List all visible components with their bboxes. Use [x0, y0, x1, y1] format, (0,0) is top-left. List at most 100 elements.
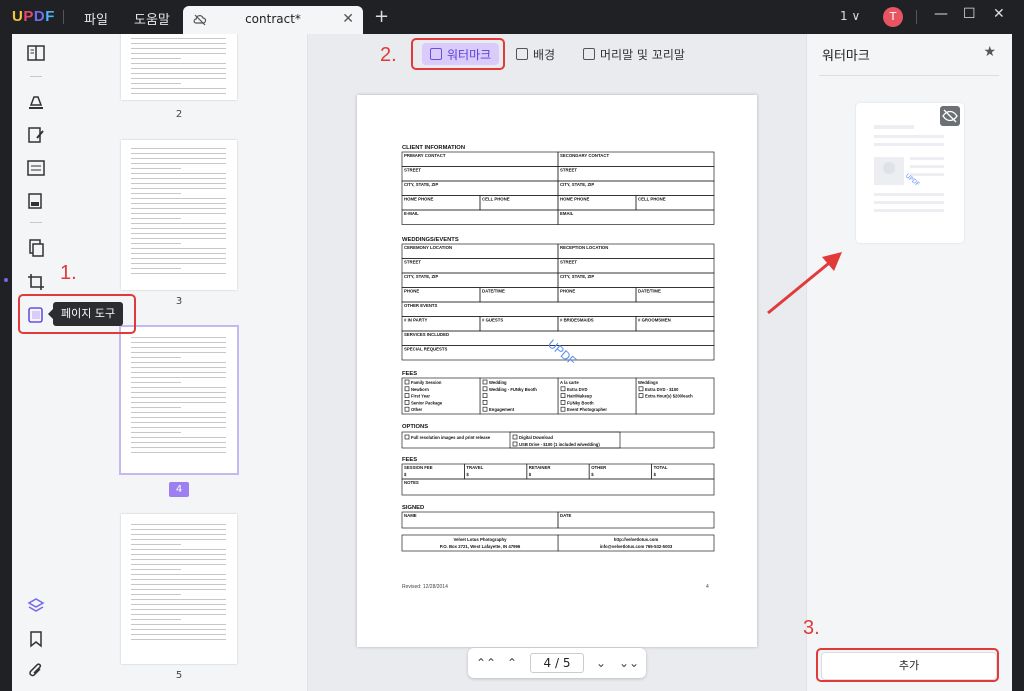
watermark-panel: 워터마크 ★ UPDF 추가 — [806, 34, 1012, 691]
close-window-button[interactable]: ✕ — [993, 6, 1005, 22]
document-view: 워터마크 배경 머리말 및 꼬리말 CLIENT INFORMATION PRIM… — [308, 34, 806, 691]
document-tab[interactable]: contract* ✕ — [183, 6, 363, 34]
thumbnail-text-line — [131, 639, 226, 640]
checkbox — [482, 379, 488, 385]
checkbox — [638, 386, 644, 392]
client-cell — [557, 166, 715, 182]
page-count-dropdown[interactable]: 1 ∨ — [840, 9, 860, 23]
thumbnail-text-line — [131, 402, 226, 403]
user-avatar[interactable]: T — [883, 7, 903, 27]
fee-option-label: Extra DVD - $100 — [645, 387, 679, 392]
minimize-button[interactable]: — — [934, 6, 948, 22]
edit-pdf-icon[interactable] — [26, 125, 46, 145]
checkbox — [482, 406, 488, 412]
thumbnail-text-line — [131, 579, 226, 580]
thumbnail-text-line — [131, 447, 226, 448]
page-number-input[interactable]: 4 / 5 — [530, 653, 584, 673]
updf-logo[interactable]: UPDF — [12, 8, 55, 25]
maximize-button[interactable]: ☐ — [963, 6, 976, 22]
section-heading: FEES — [402, 371, 417, 377]
previous-page-button[interactable]: ⌃ — [503, 654, 521, 672]
next-page-button[interactable]: ⌄ — [592, 654, 610, 672]
fee-currency: $ — [404, 472, 407, 477]
section-heading: CLIENT INFORMATION — [402, 145, 465, 151]
thumbnail-text-line — [131, 63, 226, 64]
tab-close-icon[interactable]: ✕ — [342, 11, 354, 27]
form-field-label: PHONE — [404, 289, 419, 294]
thumbnail-text-line — [131, 437, 226, 438]
thumbnail-page-number: 5 — [175, 670, 183, 681]
section-heading: SIGNED — [402, 505, 424, 511]
reader-icon[interactable] — [26, 43, 46, 63]
footer-contact: info@velvetlotus.com 765-532-5003 — [600, 544, 673, 549]
menu-file[interactable]: 파일 — [84, 9, 108, 28]
page-thumbnail-4[interactable] — [119, 325, 239, 475]
form-icon[interactable] — [26, 158, 46, 178]
page-number: 4 — [706, 584, 709, 590]
thumbnail-text-line — [131, 208, 226, 209]
thumbnail-text-line — [131, 342, 226, 343]
thumbnail-text-line — [131, 544, 181, 545]
thumbnail-text-line — [131, 442, 226, 443]
thumbnail-text-line — [131, 432, 181, 433]
checkbox — [404, 393, 410, 398]
thumbnail-text-line — [131, 163, 226, 164]
thumbnail-text-line — [131, 427, 226, 428]
form-field-label: # GUESTS — [482, 318, 503, 323]
thumbnail-text-line — [131, 362, 226, 363]
checkbox — [560, 406, 566, 412]
menu-help[interactable]: 도움말 — [134, 9, 170, 28]
thumbnail-text-line — [131, 614, 226, 615]
crop-icon[interactable] — [26, 272, 46, 292]
checkbox — [482, 400, 488, 405]
layers-icon[interactable] — [26, 596, 46, 616]
pdf-page[interactable]: CLIENT INFORMATION PRIMARY CONTACT SECONDA… — [357, 95, 757, 647]
page-thumbnail-5[interactable] — [121, 514, 237, 664]
tab-background[interactable]: 배경 — [508, 43, 563, 65]
annotation-step-1: 1. — [60, 262, 77, 284]
fee-option-label: FUNky Booth — [567, 400, 594, 405]
client-cell — [401, 209, 559, 225]
convert-icon[interactable] — [26, 238, 46, 258]
thumbnail-text-line — [131, 233, 226, 234]
title-bar: UPDF 파일 도움말 contract* ✕ + 1 ∨ T — ☐ ✕ — [0, 0, 1024, 34]
thumbnail-text-line — [131, 412, 226, 413]
header-footer-icon — [583, 48, 595, 60]
comment-highlight-icon[interactable] — [26, 91, 46, 111]
first-page-button[interactable]: ⌃⌃ — [476, 654, 496, 672]
tab-title: contract* — [245, 12, 301, 26]
thumbnail-text-line — [131, 93, 226, 94]
thumbnail-text-line — [131, 183, 226, 184]
bookmark-icon[interactable] — [26, 629, 46, 649]
thumbnail-text-line — [131, 203, 226, 204]
thumbnail-text-line — [131, 559, 226, 560]
tab-header-footer[interactable]: 머리말 및 꼬리말 — [575, 43, 693, 65]
thumbnail-text-line — [131, 153, 226, 154]
fee-option-label: Family Session — [411, 380, 442, 385]
background-icon — [516, 48, 528, 60]
fee-option-label: A la carte — [560, 380, 579, 385]
thumbnail-text-line — [131, 243, 181, 244]
page-thumbnail-3[interactable] — [121, 140, 237, 290]
new-tab-button[interactable]: + — [374, 6, 389, 27]
checkbox — [404, 386, 410, 392]
form-field-label: SECONDARY CONTACT — [560, 153, 609, 158]
thumbnail-text-line — [131, 422, 226, 423]
watermark-template-card[interactable]: UPDF — [856, 103, 964, 243]
last-page-button[interactable]: ⌄⌄ — [619, 654, 639, 672]
form-field-label: EMAIL — [560, 211, 574, 216]
signature-cell — [557, 511, 715, 529]
thumbnail-text-line — [131, 569, 181, 570]
panel-title: 워터마크 — [822, 49, 870, 64]
attachment-icon[interactable] — [26, 661, 46, 681]
eye-off-icon[interactable] — [940, 106, 960, 126]
organize-icon[interactable] — [26, 191, 46, 211]
checkbox — [404, 434, 410, 440]
fee-option-label: Event Photographer — [567, 407, 607, 412]
favorite-star-icon[interactable]: ★ — [983, 44, 996, 60]
client-cell — [401, 166, 559, 182]
notes-cell — [401, 478, 715, 496]
thumbnail-page-number: 2 — [175, 109, 183, 120]
thumbnail-text-line — [131, 148, 226, 149]
page-thumbnail-2[interactable] — [121, 34, 237, 100]
